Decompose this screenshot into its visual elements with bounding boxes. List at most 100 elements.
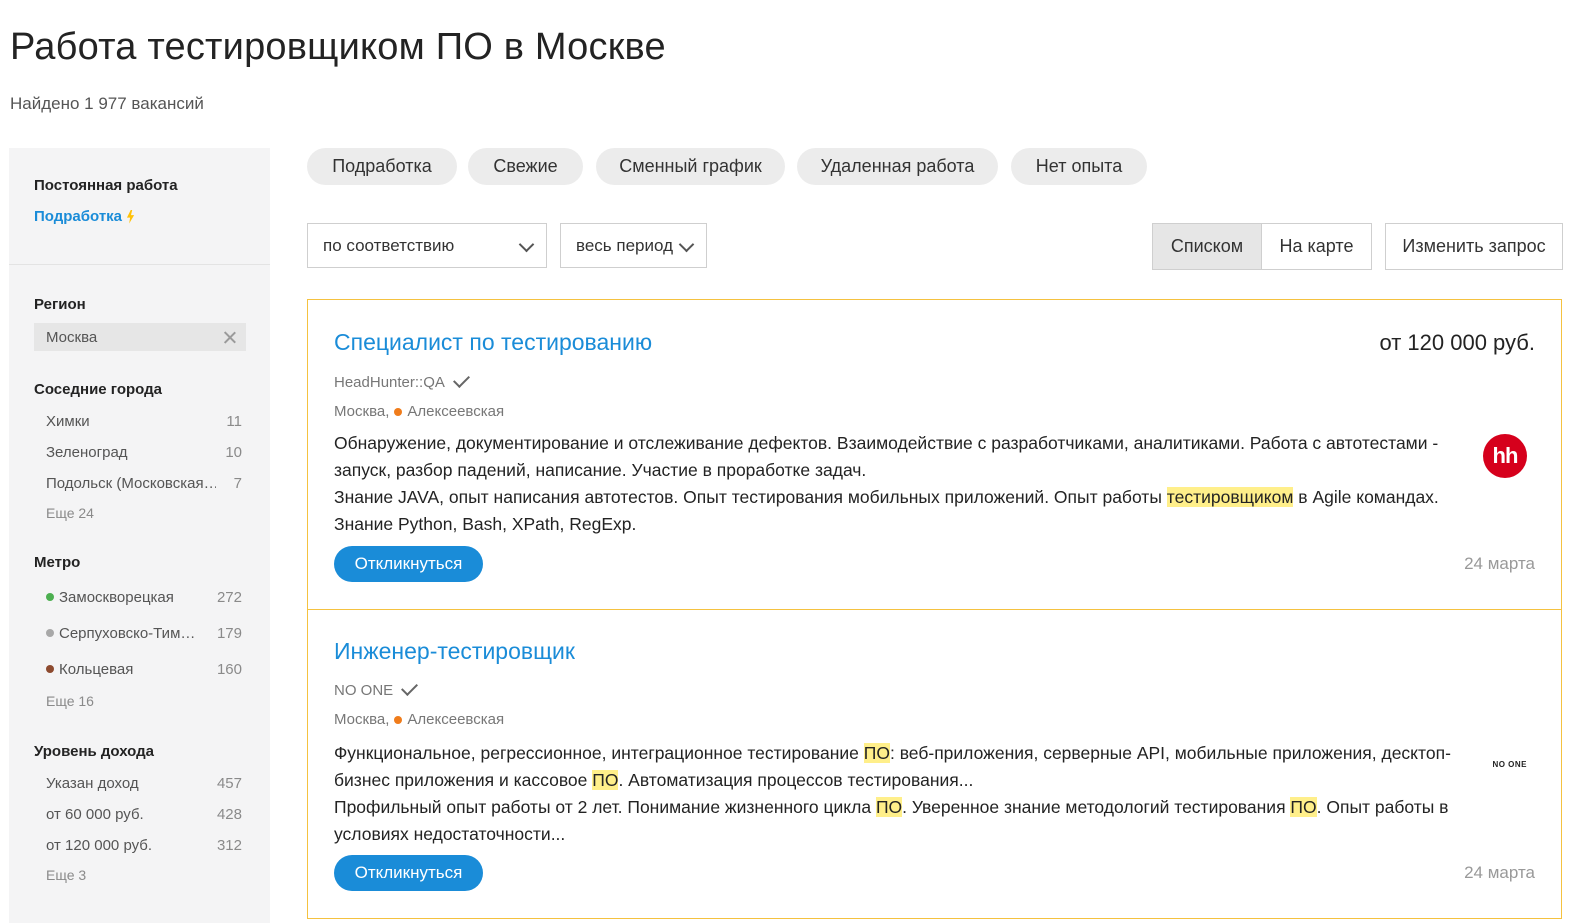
- chevron-down-icon: [678, 236, 695, 253]
- vacancy-count: Найдено 1 977 вакансий: [10, 94, 204, 113]
- metro-label: Алексеевская: [407, 403, 505, 420]
- city-label: Москва,: [334, 711, 390, 728]
- checkmark-icon: [401, 679, 419, 696]
- employment-filter: Постоянная работа Подработка: [34, 177, 246, 225]
- desc-text: . Уверенное знание методологий тестирова…: [902, 797, 1291, 817]
- income-more-link[interactable]: Еще 3: [34, 867, 246, 883]
- filter-label: Химки: [46, 413, 90, 430]
- highlight-text: тестировщиком: [1166, 487, 1294, 507]
- company-logo[interactable]: hh: [1483, 434, 1527, 478]
- list-item[interactable]: Зеленоград 10: [34, 437, 246, 468]
- filter-label: Серпуховско-Тим…: [59, 624, 196, 642]
- period-select[interactable]: весь период: [560, 223, 707, 268]
- region-heading: Регион: [34, 296, 86, 313]
- filter-label: Замоскворецкая: [59, 588, 174, 606]
- list-item[interactable]: Серпуховско-Тим… 179: [34, 615, 246, 651]
- sidebar-divider: [9, 264, 270, 265]
- metro-line-icon: [394, 715, 403, 724]
- list-item[interactable]: от 60 000 руб. 428: [34, 799, 246, 830]
- list-item[interactable]: Замоскворецкая 272: [34, 579, 246, 615]
- list-item[interactable]: Подольск (Московская… 7: [34, 468, 246, 499]
- close-icon[interactable]: [224, 331, 236, 343]
- page-title: Работа тестировщиком ПО в Москве: [10, 26, 666, 68]
- filter-label: Указан доход: [46, 775, 139, 792]
- quick-filter-no-experience[interactable]: Нет опыта: [1011, 148, 1147, 185]
- metro-line-icon: [46, 593, 54, 601]
- vacancy-responsibilities: Функциональное, регрессионное, интеграци…: [334, 740, 1459, 794]
- company-name-label: NO ONE: [334, 682, 394, 699]
- sort-select[interactable]: по соответствию: [307, 223, 547, 268]
- vacancy-title-link[interactable]: Специалист по тестированию: [334, 329, 652, 356]
- highlight-text: ПО: [592, 770, 619, 790]
- nearby-cities-filter: Соседние города Химки 11 Зеленоград 10 П…: [34, 381, 246, 521]
- list-item[interactable]: от 120 000 руб. 312: [34, 830, 246, 861]
- desc-text: Знание JAVA, опыт написания автотестов. …: [334, 487, 1167, 507]
- vacancy-location: Москва, Алексеевская: [334, 403, 504, 420]
- income-filter: Уровень дохода Указан доход 457 от 60 00…: [34, 743, 246, 883]
- filter-count: 179: [216, 624, 242, 642]
- list-item[interactable]: Кольцевая 160: [34, 651, 246, 687]
- filter-count: 272: [216, 588, 242, 606]
- filter-count: 160: [216, 660, 242, 678]
- filter-count: 457: [216, 775, 242, 792]
- region-chip: Москва: [34, 323, 246, 351]
- filter-label: от 60 000 руб.: [46, 806, 144, 823]
- nearby-cities-heading: Соседние города: [34, 381, 162, 398]
- filter-label: Зеленоград: [46, 444, 128, 461]
- filter-count: 428: [216, 806, 242, 823]
- quick-filter-fresh[interactable]: Свежие: [468, 148, 583, 185]
- vacancy-title-link[interactable]: Инженер-тестировщик: [334, 638, 575, 665]
- region-filter: Регион Москва: [34, 296, 246, 351]
- highlight-text: ПО: [875, 797, 903, 817]
- view-list-button[interactable]: Списком: [1152, 223, 1262, 270]
- income-heading: Уровень дохода: [34, 743, 155, 760]
- checkmark-icon: [452, 371, 470, 388]
- vacancy-description: Функциональное, регрессионное, интеграци…: [334, 740, 1459, 848]
- metro-label: Алексеевская: [407, 711, 505, 728]
- list-item[interactable]: Указан доход 457: [34, 768, 246, 799]
- city-label: Москва,: [334, 403, 390, 420]
- metro-filter: Метро Замоскворецкая 272 Серпуховско-Тим…: [34, 554, 246, 709]
- metro-line-icon: [46, 629, 54, 637]
- vacancy-requirements: Знание JAVA, опыт написания автотестов. …: [334, 484, 1459, 538]
- period-select-value: весь период: [576, 235, 673, 255]
- vacancy-requirements: Профильный опыт работы от 2 лет. Пониман…: [334, 794, 1459, 848]
- sort-select-value: по соответствию: [323, 235, 455, 255]
- filter-count: 10: [225, 444, 242, 461]
- vacancy-card: Специалист по тестированию от 120 000 ру…: [307, 299, 1562, 610]
- part-time-link[interactable]: Подработка: [34, 208, 246, 225]
- part-time-link-label: Подработка: [34, 208, 123, 225]
- highlight-text: ПО: [1290, 797, 1317, 817]
- metro-more-link[interactable]: Еще 16: [34, 693, 246, 709]
- quick-filter-part-time[interactable]: Подработка: [307, 148, 457, 185]
- desc-text: Функциональное, регрессионное, интеграци…: [334, 743, 864, 763]
- vacancy-salary: от 120 000 руб.: [1379, 330, 1535, 355]
- desc-text: . Автоматизация процессов тестирования..…: [618, 770, 974, 790]
- lightning-icon: [126, 209, 135, 224]
- vacancy-responsibilities: Обнаружение, документирование и отслежив…: [334, 433, 1439, 480]
- quick-filter-shift[interactable]: Сменный график: [596, 148, 785, 185]
- change-query-button[interactable]: Изменить запрос: [1385, 223, 1563, 270]
- view-map-button[interactable]: На карте: [1261, 223, 1372, 270]
- region-chip-label: Москва: [46, 328, 98, 346]
- company-name-label: HeadHunter::QA: [334, 374, 445, 391]
- metro-heading: Метро: [34, 554, 81, 571]
- filter-count: 11: [226, 413, 242, 430]
- filter-count: 7: [233, 475, 242, 492]
- filters-sidebar: Постоянная работа Подработка Регион Моск…: [9, 148, 270, 923]
- nearby-more-link[interactable]: Еще 24: [34, 505, 246, 521]
- company-name[interactable]: NO ONE: [334, 679, 419, 699]
- respond-button[interactable]: Откликнуться: [334, 546, 483, 582]
- employment-heading: Постоянная работа: [34, 177, 178, 194]
- vacancy-location: Москва, Алексеевская: [334, 711, 504, 728]
- filter-count: 312: [216, 837, 242, 854]
- quick-filter-remote[interactable]: Удаленная работа: [797, 148, 998, 185]
- list-item[interactable]: Химки 11: [34, 406, 246, 437]
- respond-button[interactable]: Откликнуться: [334, 855, 483, 891]
- metro-line-icon: [394, 407, 403, 416]
- company-logo[interactable]: NO ONE: [1492, 760, 1527, 769]
- vacancy-description: Обнаружение, документирование и отслежив…: [334, 430, 1459, 538]
- vacancy-date: 24 марта: [1464, 863, 1535, 882]
- desc-text: Профильный опыт работы от 2 лет. Пониман…: [334, 797, 876, 817]
- company-name[interactable]: HeadHunter::QA: [334, 371, 470, 391]
